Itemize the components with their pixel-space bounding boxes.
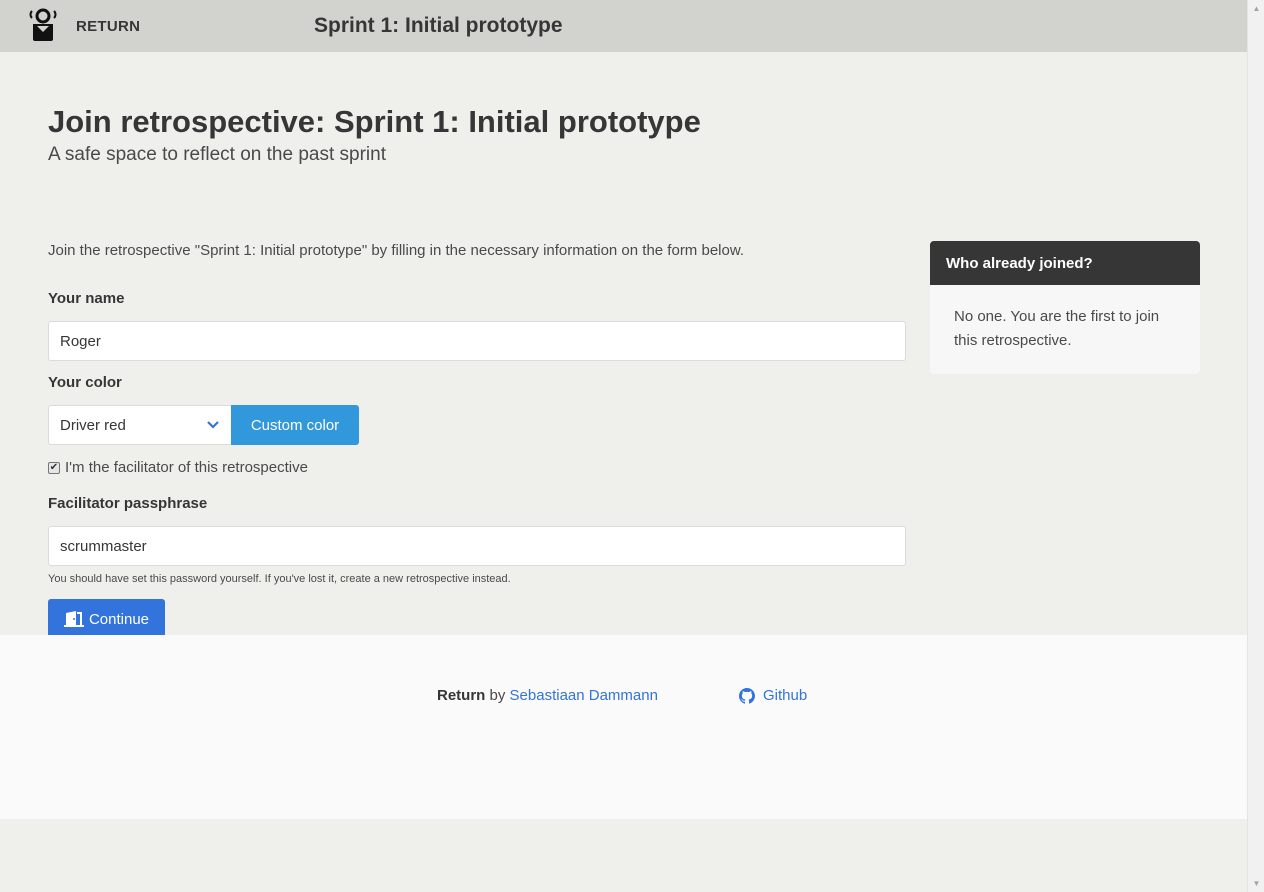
color-label: Your color: [48, 374, 122, 391]
joined-panel-body: No one. You are the first to join this r…: [930, 285, 1200, 374]
continue-label: Continue: [88, 610, 150, 628]
vertical-scrollbar[interactable]: ▲ ▼: [1247, 0, 1264, 892]
page-subtitle: A safe space to reflect on the past spri…: [48, 144, 386, 165]
scroll-up-icon[interactable]: ▲: [1248, 0, 1264, 17]
footer-by: by: [489, 687, 506, 704]
custom-color-button[interactable]: Custom color: [231, 405, 359, 445]
color-select[interactable]: Driver red: [48, 405, 231, 445]
brand-label: RETURN: [76, 17, 141, 35]
intro-text: Join the retrospective "Sprint 1: Initia…: [48, 242, 745, 259]
joined-panel: Who already joined? No one. You are the …: [930, 241, 1200, 374]
github-label: Github: [763, 687, 808, 704]
page-title: Join retrospective: Sprint 1: Initial pr…: [48, 104, 701, 139]
footer: Return by Sebastiaan Dammann Github: [0, 635, 1247, 819]
github-icon: [739, 687, 755, 704]
passphrase-label: Facilitator passphrase: [48, 495, 208, 512]
passphrase-input[interactable]: scrummaster: [48, 526, 906, 566]
passphrase-field-group: Facilitator passphrase scrummaster You s…: [48, 495, 906, 585]
return-logo-icon: [29, 8, 57, 41]
name-label: Your name: [48, 290, 125, 307]
brand-link[interactable]: RETURN: [28, 8, 140, 42]
facilitator-label[interactable]: I'm the facilitator of this retrospectiv…: [65, 459, 308, 476]
color-field-group: Your color Driver red Custom color: [48, 374, 359, 445]
navbar: RETURN Sprint 1: Initial prototype: [0, 0, 1247, 52]
continue-button[interactable]: Continue: [48, 599, 165, 639]
github-link[interactable]: Github: [739, 687, 807, 704]
author-link[interactable]: Sebastiaan Dammann: [510, 687, 658, 704]
name-input[interactable]: Roger: [48, 321, 906, 361]
scroll-down-icon[interactable]: ▼: [1248, 875, 1264, 892]
passphrase-help: You should have set this password yourse…: [48, 573, 511, 585]
joined-panel-title: Who already joined?: [930, 241, 1200, 285]
page: RETURN Sprint 1: Initial prototype Join …: [0, 0, 1247, 819]
footer-credit: Return by Sebastiaan Dammann: [437, 687, 658, 704]
navbar-title: Sprint 1: Initial prototype: [314, 14, 563, 37]
color-select-value: Driver red: [60, 416, 126, 434]
facilitator-checkbox[interactable]: ✔: [48, 461, 60, 474]
footer-app-name: Return: [437, 687, 486, 704]
facilitator-row: ✔ I'm the facilitator of this retrospect…: [48, 459, 308, 476]
color-row: Driver red Custom color: [48, 405, 359, 445]
door-icon: [63, 611, 84, 627]
name-field-group: Your name Roger: [48, 290, 906, 361]
main-section: Join retrospective: Sprint 1: Initial pr…: [0, 52, 1247, 639]
chevron-down-icon: [207, 421, 219, 429]
